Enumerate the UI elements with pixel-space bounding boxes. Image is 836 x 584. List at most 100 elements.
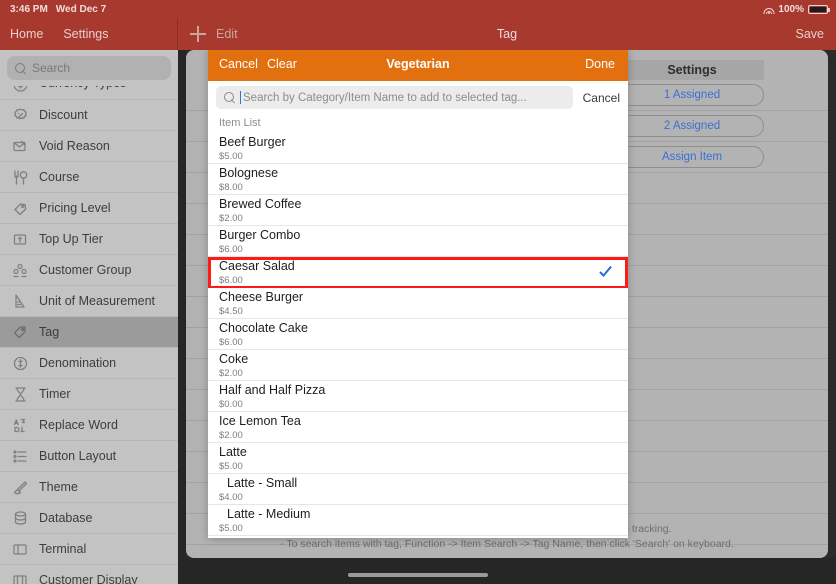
sidebar-item-customer-group[interactable]: Customer Group [0,255,178,286]
wifi-icon [763,5,775,14]
item-list-row[interactable]: Half and Half Pizza $0.00 [208,381,628,412]
sidebar-item-label: Customer Display [39,573,138,584]
item-name: Half and Half Pizza [219,383,326,397]
replace-word-icon [12,417,29,434]
sidebar-item-unit-of-measurement[interactable]: Unit of Measurement [0,286,178,317]
sidebar-search-placeholder: Search [32,61,71,75]
assigned-pill-button[interactable]: Assign Item [620,146,764,168]
item-name: Caesar Salad [219,259,295,273]
item-name: Chocolate Cake [219,321,308,335]
sidebar-item-label: Void Reason [39,139,110,153]
cutlery-icon [12,169,29,186]
sidebar-item-label: Database [39,511,93,525]
item-price: $5.00 [219,523,243,534]
page-title: Tag [496,27,518,41]
sidebar-item-course[interactable]: Course [0,162,178,193]
item-list: Beef Burger $5.00 Bolognese $8.00 Brewed Cof… [208,133,628,536]
item-list-row[interactable]: Cheese Burger $4.50 [208,288,628,319]
save-button[interactable]: Save [796,18,825,50]
item-list-row[interactable]: Bolognese $8.00 [208,164,628,195]
coin-icon [12,355,29,372]
void-note-icon [12,138,29,155]
modal-done-button[interactable]: Done [585,47,615,81]
sidebar-item-theme[interactable]: Theme [0,472,178,503]
status-time: 3:46 PM [10,3,48,15]
modal-search-placeholder: Search by Category/Item Name to add to s… [243,91,527,104]
sidebar-item-replace-word[interactable]: Replace Word [0,410,178,441]
item-list-row[interactable]: Burger Combo $6.00 [208,226,628,257]
ruler-icon [12,293,29,310]
item-list-row[interactable]: Latte $5.00 [208,443,628,474]
list-layout-icon [12,448,29,465]
item-name: Latte - Small [227,476,298,490]
status-bar: 3:46 PM Wed Dec 7 100% [0,0,836,18]
search-icon [15,62,26,74]
modal-search-input[interactable]: Search by Category/Item Name to add to s… [216,86,573,109]
tag-icon [12,324,29,341]
item-price: $6.00 [219,244,243,255]
sidebar-item-button-layout[interactable]: Button Layout [0,441,178,472]
sidebar-item-list: Currency Types Discount Void Reason Course P… [0,86,178,584]
sidebar-item-void-reason[interactable]: Void Reason [0,131,178,162]
sidebar-item-database[interactable]: Database [0,503,178,534]
battery-icon [808,4,830,14]
sidebar-item-label: Customer Group [39,263,132,277]
hourglass-icon [12,386,29,403]
home-button[interactable]: Home [10,27,43,41]
item-list-row[interactable]: Beef Burger $5.00 [208,133,628,164]
item-list-row[interactable]: Brewed Coffee $2.00 [208,195,628,226]
sidebar-search-input[interactable]: Search [7,56,171,80]
sidebar-item-currency-types[interactable]: Currency Types [0,86,178,100]
sidebar-item-label: Denomination [39,356,117,370]
item-price: $4.50 [219,306,243,317]
sidebar-item-label: Currency Types [39,86,126,90]
item-price: $5.00 [219,461,243,472]
sidebar-item-label: Discount [39,108,88,122]
item-list-row[interactable]: Latte - Medium $5.00 [208,505,628,536]
item-name: Bolognese [219,166,279,180]
item-price: $0.00 [219,399,243,410]
item-price: $2.00 [219,213,243,224]
sidebar-item-denomination[interactable]: Denomination [0,348,178,379]
assigned-pill-button[interactable]: 1 Assigned [620,84,764,106]
sidebar-item-label: Top Up Tier [39,232,103,246]
settings-sidebar: Search Currency Types Discount Void Reason… [0,50,178,584]
sidebar-item-pricing-level[interactable]: Pricing Level [0,193,178,224]
database-icon [12,510,29,527]
assign-item-modal: Cancel Clear Vegetarian Done Search by C… [208,47,628,538]
item-name: Coke [219,352,249,366]
item-price: $6.00 [219,275,243,286]
item-list-row[interactable]: Caesar Salad $6.00 [208,257,628,289]
battery-percent: 100% [778,3,804,15]
sidebar-item-top-up-tier[interactable]: Top Up Tier [0,224,178,255]
sidebar-item-label: Tag [39,325,60,339]
status-bar-right: 100% [763,4,836,15]
home-indicator[interactable] [348,573,488,577]
item-list-row[interactable]: Ice Lemon Tea $2.00 [208,412,628,443]
sidebar-item-label: Course [39,170,80,184]
item-list-row[interactable]: Chocolate Cake $6.00 [208,319,628,350]
item-price: $6.00 [219,337,243,348]
currency-icon [12,86,29,93]
sidebar-item-label: Replace Word [39,418,118,432]
sidebar-item-terminal[interactable]: Terminal [0,534,178,565]
sidebar-item-label: Unit of Measurement [39,294,156,308]
item-list-row[interactable]: Latte - Small $4.00 [208,474,628,505]
item-name: Cheese Burger [219,290,304,304]
item-name: Latte - Medium [227,507,311,521]
item-list-header: Item List [208,114,628,133]
item-price: $2.00 [219,430,243,441]
modal-title: Vegetarian [386,57,450,71]
sidebar-item-timer[interactable]: Timer [0,379,178,410]
people-group-icon [12,262,29,279]
settings-button[interactable]: Settings [63,27,108,41]
item-list-row[interactable]: Coke $2.00 [208,350,628,381]
sidebar-item-customer-display[interactable]: Customer Display [0,565,178,584]
modal-header: Cancel Clear Vegetarian Done [208,47,628,81]
sidebar-item-label: Button Layout [39,449,117,463]
assigned-pill-button[interactable]: 2 Assigned [620,115,764,137]
sidebar-item-tag[interactable]: Tag [0,317,178,348]
sidebar-item-discount[interactable]: Discount [0,100,178,131]
modal-search-cancel-button[interactable]: Cancel [573,91,620,105]
text-caret [240,91,241,104]
